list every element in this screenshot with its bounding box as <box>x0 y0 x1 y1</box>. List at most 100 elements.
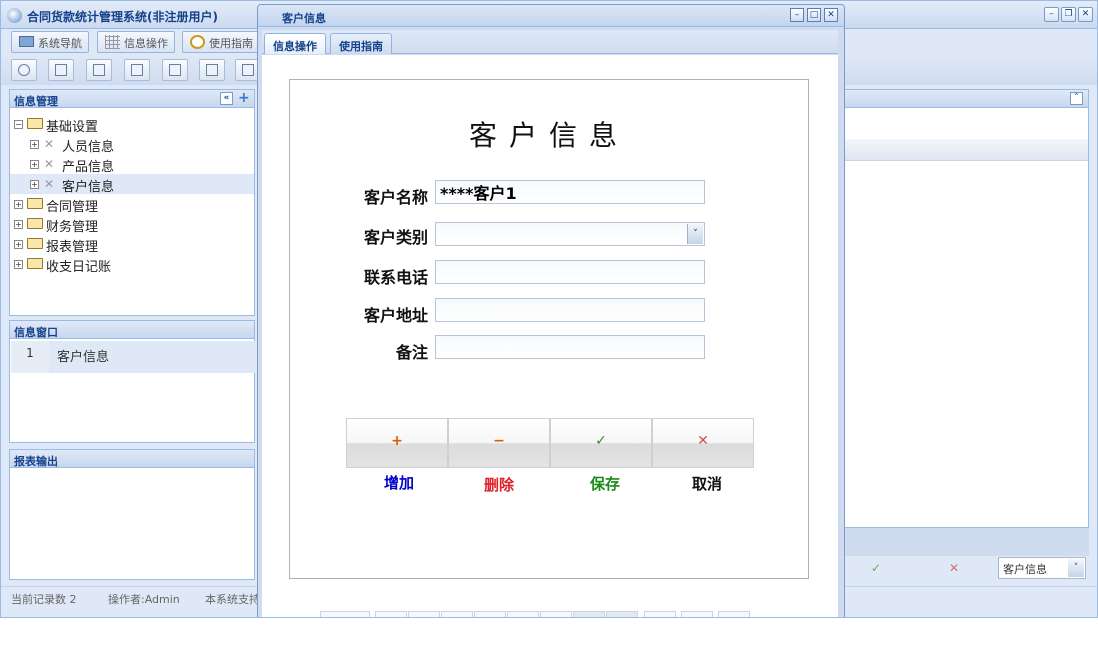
tree-item-reports[interactable]: + 报表管理 <box>10 234 254 255</box>
pager-button[interactable] <box>573 611 605 617</box>
panel-report-output-body <box>9 468 255 580</box>
tree-label: 收支日记账 <box>46 260 112 275</box>
remark-input[interactable] <box>435 335 705 359</box>
pager-button[interactable] <box>474 611 506 617</box>
chevron-down-icon[interactable]: ˅ <box>1068 559 1084 577</box>
tree-label: 客户信息 <box>62 180 115 195</box>
chevron-down-icon[interactable]: ˅ <box>687 224 703 244</box>
expand-icon[interactable]: + <box>14 200 23 209</box>
dialog-close-icon[interactable]: ✕ <box>824 8 838 22</box>
tree-item-products[interactable]: + ✕ 产品信息 <box>10 154 254 175</box>
list-icon <box>55 64 67 76</box>
tab-guide[interactable]: 使用指南 <box>330 33 392 54</box>
dialog-maximize-icon[interactable]: □ <box>807 8 821 22</box>
tree-item-contracts[interactable]: + 合同管理 <box>10 194 254 215</box>
app-window: 合同货款统计管理系统(非注册用户) – ❐ ✕ 系统导航 信息操作 使用指南 信… <box>0 0 1098 618</box>
menu-info-ops[interactable]: 信息操作 <box>97 31 175 53</box>
pager-button[interactable] <box>507 611 539 617</box>
cancel-button[interactable]: ✕ <box>652 418 754 468</box>
tree-item-journal[interactable]: + 收支日记账 <box>10 254 254 275</box>
folder-icon <box>27 258 43 269</box>
collapse-left-icon[interactable]: « <box>220 92 233 105</box>
delete-label[interactable]: 删除 <box>448 474 550 495</box>
dialog-body: 客户信息 客户名称 客户类别 ˅ 联系电话 客户地址 备注 + <box>262 55 838 617</box>
pager-button[interactable] <box>681 611 713 617</box>
tree-item-basic-settings[interactable]: − 基础设置 <box>10 114 254 135</box>
add-button[interactable]: + <box>346 418 448 468</box>
save-small-icon[interactable]: ✓ <box>871 561 881 575</box>
list-item-text: 客户信息 <box>57 350 110 365</box>
right-action-row: ✓ ✕ 客户信息 ˅ <box>843 556 1089 582</box>
tree-label: 财务管理 <box>46 220 99 235</box>
dialog-minimize-icon[interactable]: – <box>790 8 804 22</box>
pager-button[interactable] <box>408 611 440 617</box>
delete-button[interactable]: − <box>448 418 550 468</box>
add-icon[interactable]: + <box>238 90 250 106</box>
window-tool-button[interactable] <box>162 59 188 81</box>
add-label[interactable]: 增加 <box>348 472 450 493</box>
list-tool-button[interactable] <box>48 59 74 81</box>
close-icon[interactable]: ✕ <box>1078 7 1093 22</box>
panel-info-window-body: 1 客户信息 <box>9 339 255 443</box>
status-support: 本系统支持 <box>205 593 260 606</box>
view-select[interactable]: 客户信息 ˅ <box>998 557 1086 579</box>
cancel-small-icon[interactable]: ✕ <box>949 561 959 575</box>
menu-guide[interactable]: 使用指南 <box>182 31 260 53</box>
expand-icon[interactable]: + <box>30 160 39 169</box>
monitor-icon <box>19 36 34 47</box>
dialog-title-bar[interactable]: 客户信息 – □ ✕ <box>258 5 844 27</box>
customer-info-dialog: 客户信息 – □ ✕ 信息操作 使用指南 客户信息 客户名称 客户类别 ˅ 联系… <box>257 4 845 617</box>
pager-button[interactable] <box>375 611 407 617</box>
customer-category-select[interactable]: ˅ <box>435 222 705 246</box>
address-input[interactable] <box>435 298 705 322</box>
collapse-icon[interactable]: − <box>14 120 23 129</box>
export-tool-button[interactable] <box>199 59 225 81</box>
customer-category-label: 客户类别 <box>363 228 428 247</box>
collapse-up-icon[interactable]: ˄ <box>1070 92 1083 105</box>
expand-icon[interactable]: + <box>30 180 39 189</box>
pager-button[interactable] <box>441 611 473 617</box>
customer-name-input[interactable] <box>435 180 705 204</box>
pager-button[interactable] <box>320 611 370 617</box>
pager-button[interactable] <box>606 611 638 617</box>
pager-button[interactable] <box>718 611 750 617</box>
document-icon <box>93 64 105 76</box>
save-label[interactable]: 保存 <box>554 473 656 494</box>
panel-report-output-header: 报表输出 <box>9 449 255 468</box>
list-item[interactable]: 1 客户信息 <box>11 341 255 373</box>
tree-label: 人员信息 <box>62 140 115 155</box>
tree-label: 基础设置 <box>46 120 99 135</box>
tree-item-staff[interactable]: + ✕ 人员信息 <box>10 134 254 155</box>
minimize-icon[interactable]: – <box>1044 7 1059 22</box>
phone-input[interactable] <box>435 260 705 284</box>
customer-name-label: 客户名称 <box>363 188 428 207</box>
save-button[interactable]: ✓ <box>550 418 652 468</box>
folder-icon <box>27 118 43 129</box>
restore-icon[interactable]: ❐ <box>1061 7 1076 22</box>
print-icon <box>242 64 254 76</box>
tree-item-customers[interactable]: + ✕ 客户信息 <box>10 174 254 195</box>
status-records: 当前记录数 2 <box>11 593 77 606</box>
pager-button[interactable] <box>644 611 676 617</box>
export-icon <box>206 64 218 76</box>
expand-icon[interactable]: + <box>30 140 39 149</box>
expand-icon[interactable]: + <box>14 220 23 229</box>
expand-icon[interactable]: + <box>14 260 23 269</box>
tab-info-ops[interactable]: 信息操作 <box>264 33 326 54</box>
document-tool-button[interactable] <box>86 59 112 81</box>
search-tool-button[interactable] <box>11 59 37 81</box>
pager-button[interactable] <box>540 611 572 617</box>
tree-item-finance[interactable]: + 财务管理 <box>10 214 254 235</box>
users-tool-button[interactable] <box>124 59 150 81</box>
app-logo-icon <box>7 8 22 23</box>
address-label: 客户地址 <box>363 306 428 325</box>
clock-icon <box>190 35 205 49</box>
cancel-label[interactable]: 取消 <box>656 473 758 494</box>
expand-icon[interactable]: + <box>14 240 23 249</box>
panel-info-window-header: 信息窗口 <box>9 320 255 339</box>
app-title: 合同货款统计管理系统(非注册用户) <box>27 10 218 24</box>
menu-system-nav[interactable]: 系统导航 <box>11 31 89 53</box>
list-item-number: 1 <box>11 341 49 373</box>
view-select-value: 客户信息 <box>1003 563 1047 576</box>
remark-label: 备注 <box>395 343 428 362</box>
